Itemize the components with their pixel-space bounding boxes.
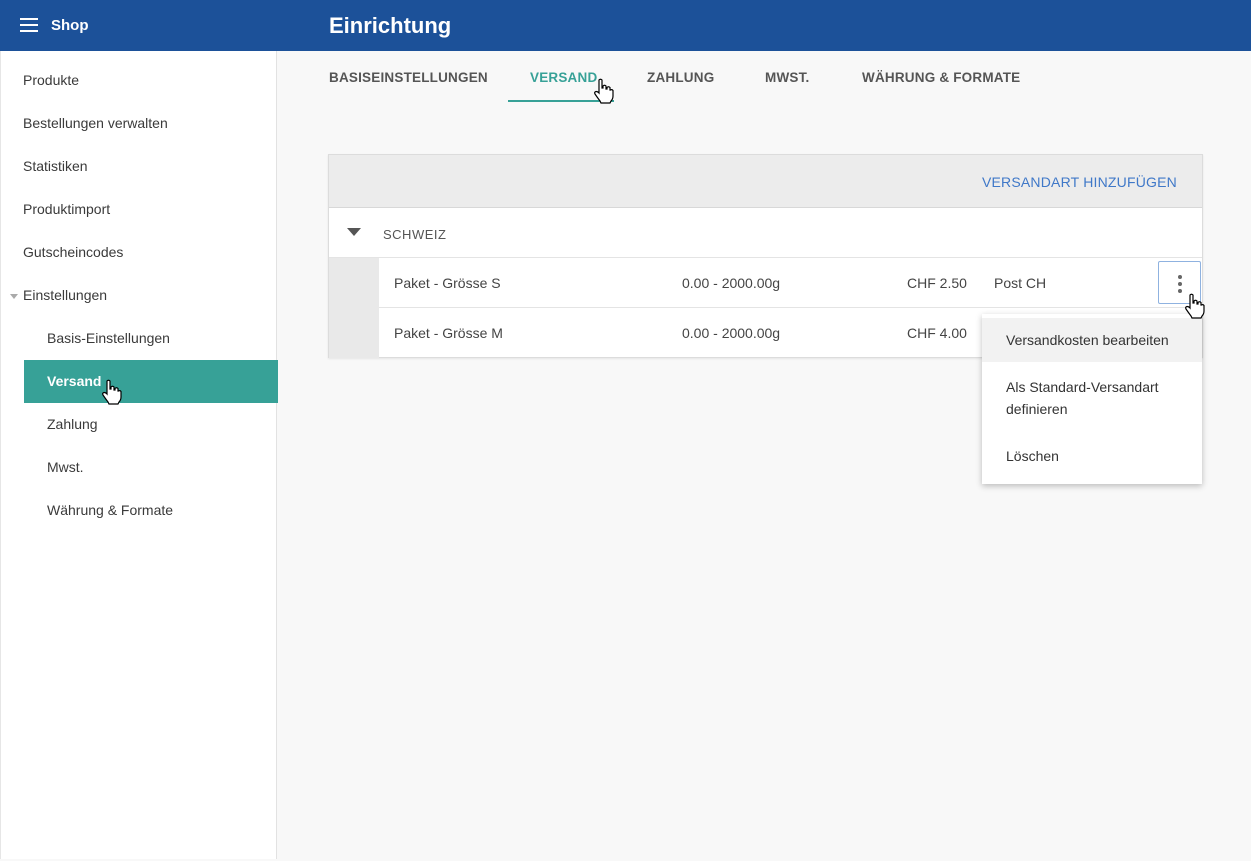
menu-item-delete[interactable]: Löschen (982, 445, 1202, 467)
carrier-name: Post CH (994, 275, 1047, 291)
hand-cursor-icon (594, 78, 614, 104)
kebab-dot-icon (1178, 289, 1182, 293)
sidebar-item-einstellungen[interactable]: Einstellungen (1, 274, 278, 317)
shipping-price: CHF 4.00 (907, 325, 967, 341)
hand-cursor-icon (1185, 293, 1205, 319)
sidebar: Produkte Bestellungen verwalten Statisti… (0, 51, 278, 859)
tab-basiseinstellungen[interactable]: BASISEINSTELLUNGEN (329, 70, 488, 85)
sidebar-item-produkte[interactable]: Produkte (1, 59, 278, 102)
sidebar-item-gutscheincodes[interactable]: Gutscheincodes (1, 231, 278, 274)
hamburger-menu-icon[interactable] (20, 18, 38, 32)
tab-versand[interactable]: VERSAND (530, 70, 597, 85)
sidebar-subitem-waehrung-formate[interactable]: Währung & Formate (24, 489, 278, 532)
country-group-label: SCHWEIZ (383, 227, 447, 242)
table-row: Paket - Grösse S 0.00 - 2000.00g CHF 2.5… (379, 258, 1202, 308)
weight-range: 0.00 - 2000.00g (682, 325, 781, 341)
shipping-name: Paket - Grösse M (394, 325, 503, 341)
top-app-bar: Shop Einrichtung (0, 0, 1251, 51)
kebab-dot-icon (1178, 282, 1182, 286)
app-title: Shop (51, 17, 89, 34)
collapse-caret-icon[interactable] (347, 228, 361, 236)
sidebar-subitem-basis-einstellungen[interactable]: Basis-Einstellungen (24, 317, 278, 360)
menu-item-set-default[interactable]: Als Standard-Versandart definieren (982, 376, 1202, 422)
sidebar-subitem-zahlung[interactable]: Zahlung (24, 403, 278, 446)
tab-mwst[interactable]: MWST. (765, 70, 810, 85)
page-title: Einrichtung (329, 13, 452, 38)
add-shipping-method-button[interactable]: VERSANDART HINZUFÜGEN (982, 174, 1177, 190)
card-header: VERSANDART HINZUFÜGEN (329, 155, 1202, 208)
tab-waehrung-formate[interactable]: WÄHRUNG & FORMATE (862, 70, 1020, 85)
sidebar-subitem-mwst[interactable]: Mwst. (24, 446, 278, 489)
row-context-menu: Versandkosten bearbeiten Als Standard-Ve… (982, 314, 1202, 484)
expand-caret-icon (10, 294, 18, 299)
sidebar-item-produktimport[interactable]: Produktimport (1, 188, 278, 231)
hand-cursor-icon (102, 379, 122, 405)
menu-item-edit-costs[interactable]: Versandkosten bearbeiten (982, 318, 1202, 362)
sidebar-item-bestellungen[interactable]: Bestellungen verwalten (1, 102, 278, 145)
country-group-row: SCHWEIZ (329, 208, 1202, 258)
sidebar-item-label: Einstellungen (23, 287, 108, 303)
shipping-name: Paket - Grösse S (394, 275, 501, 291)
sidebar-item-statistiken[interactable]: Statistiken (1, 145, 278, 188)
shipping-price: CHF 2.50 (907, 275, 967, 291)
sidebar-subitem-versand[interactable]: Versand (24, 360, 278, 403)
kebab-dot-icon (1178, 275, 1182, 279)
weight-range: 0.00 - 2000.00g (682, 275, 781, 291)
tab-zahlung[interactable]: ZAHLUNG (647, 70, 714, 85)
row-gutter (329, 258, 379, 358)
